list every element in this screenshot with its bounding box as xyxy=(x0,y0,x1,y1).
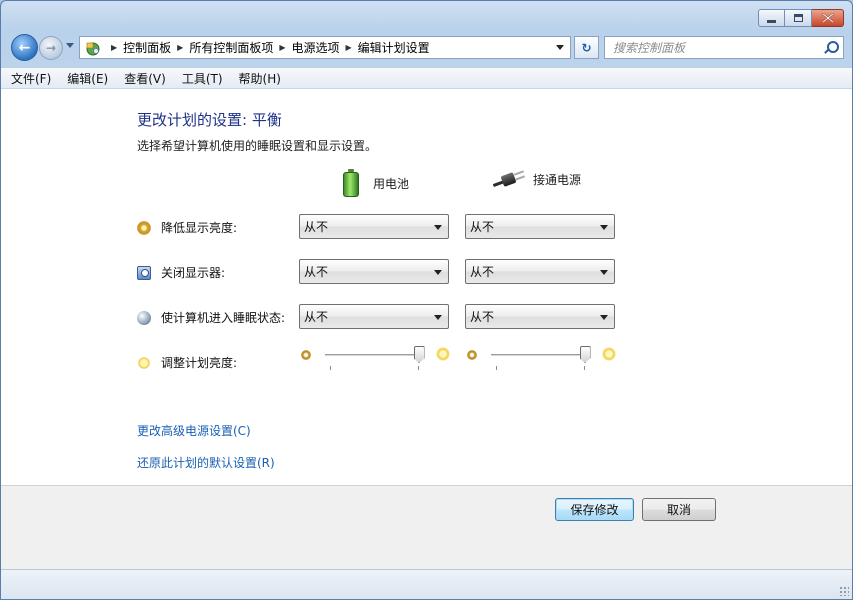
setting-row-sleep: 使计算机进入睡眠状态: xyxy=(137,309,285,326)
setting-row-turn-off-display: 关闭显示器: xyxy=(137,264,225,281)
page-title: 更改计划的设置: 平衡 xyxy=(137,111,282,129)
setting-label-sleep: 使计算机进入睡眠状态: xyxy=(161,311,286,325)
maximize-icon xyxy=(793,14,803,22)
column-header-battery: 用电池 xyxy=(343,169,409,197)
setting-row-brightness: 调整计划亮度: xyxy=(137,354,237,371)
address-bar[interactable]: ▶ 控制面板 ▶ 所有控制面板项 ▶ 电源选项 ▶ 编辑计划设置 xyxy=(79,36,571,59)
close-icon xyxy=(821,13,834,23)
setting-label-dim-display: 降低显示亮度: xyxy=(161,221,238,235)
menu-view[interactable]: 查看(V) xyxy=(124,70,166,87)
close-button[interactable] xyxy=(812,9,844,27)
refresh-button[interactable]: ↻ xyxy=(574,36,599,59)
chevron-down-icon xyxy=(600,270,608,275)
cancel-button[interactable]: 取消 xyxy=(642,498,716,521)
chevron-down-icon xyxy=(600,225,608,230)
forward-button[interactable]: → xyxy=(39,36,63,60)
brightness-plugged-slider[interactable] xyxy=(467,346,617,376)
bright-sun-icon xyxy=(435,346,451,362)
status-bar xyxy=(1,569,852,599)
dim-display-icon xyxy=(137,220,151,235)
back-button[interactable]: ← xyxy=(11,34,38,61)
breadcrumb-separator-icon[interactable]: ▶ xyxy=(279,43,285,52)
sleep-battery-select[interactable]: 从不 xyxy=(299,304,449,329)
menu-edit[interactable]: 编辑(E) xyxy=(67,70,108,87)
breadcrumb-all-items[interactable]: 所有控制面板项 xyxy=(189,39,273,56)
menu-bar: 文件(F) 编辑(E) 查看(V) 工具(T) 帮助(H) xyxy=(1,67,852,89)
select-value: 从不 xyxy=(304,310,329,324)
search-box[interactable] xyxy=(604,36,844,59)
slider-track[interactable] xyxy=(325,354,419,357)
turn-off-display-plugged-select[interactable]: 从不 xyxy=(465,259,615,284)
chevron-down-icon xyxy=(600,315,608,320)
breadcrumb-separator-icon[interactable]: ▶ xyxy=(111,43,117,52)
menu-file[interactable]: 文件(F) xyxy=(11,70,51,87)
dim-sun-icon xyxy=(467,350,477,360)
breadcrumb-separator-icon[interactable]: ▶ xyxy=(177,43,183,52)
select-value: 从不 xyxy=(470,265,495,279)
breadcrumb-control-panel[interactable]: 控制面板 xyxy=(123,39,171,56)
control-panel-window: ← → ▶ 控制面板 ▶ 所有控制面板项 ▶ 电源选项 ▶ 编辑计划设置 ↻ 搜… xyxy=(0,0,853,600)
caption-buttons xyxy=(758,9,844,27)
control-panel-icon xyxy=(84,40,102,56)
brightness-battery-slider[interactable] xyxy=(301,346,451,376)
maximize-button[interactable] xyxy=(785,9,812,27)
select-value: 从不 xyxy=(470,310,495,324)
slider-tick xyxy=(496,366,497,370)
dialog-footer: 保存修改 取消 xyxy=(1,485,852,571)
select-value: 从不 xyxy=(304,220,329,234)
page-subtitle: 选择希望计算机使用的睡眠设置和显示设置。 xyxy=(137,139,378,153)
turn-off-display-battery-select[interactable]: 从不 xyxy=(299,259,449,284)
chevron-down-icon xyxy=(434,315,442,320)
minimize-button[interactable] xyxy=(758,9,785,27)
brightness-icon xyxy=(137,355,151,370)
breadcrumb-power-options[interactable]: 电源选项 xyxy=(292,39,340,56)
dim-display-battery-select[interactable]: 从不 xyxy=(299,214,449,239)
recent-pages-dropdown[interactable] xyxy=(66,43,74,48)
refresh-icon: ↻ xyxy=(581,40,592,55)
dim-display-plugged-select[interactable]: 从不 xyxy=(465,214,615,239)
dim-sun-icon xyxy=(301,350,311,360)
setting-row-dim-display: 降低显示亮度: xyxy=(137,219,237,236)
chevron-down-icon xyxy=(434,270,442,275)
forward-arrow-icon: → xyxy=(45,41,57,55)
sleep-icon xyxy=(137,310,151,325)
breadcrumb-separator-icon[interactable]: ▶ xyxy=(346,43,352,52)
restore-defaults-link[interactable]: 还原此计划的默认设置(R) xyxy=(137,454,275,471)
save-button[interactable]: 保存修改 xyxy=(555,498,634,521)
column-label-battery: 用电池 xyxy=(373,176,410,191)
bright-sun-icon xyxy=(601,346,617,362)
column-label-plugged: 接通电源 xyxy=(533,172,582,187)
monitor-off-icon xyxy=(137,265,151,280)
chevron-down-icon xyxy=(434,225,442,230)
column-header-plugged: 接通电源 xyxy=(492,169,582,189)
slider-tick xyxy=(584,366,585,370)
menu-tools[interactable]: 工具(T) xyxy=(182,70,223,87)
menu-help[interactable]: 帮助(H) xyxy=(239,70,281,87)
navigation-bar: ← → ▶ 控制面板 ▶ 所有控制面板项 ▶ 电源选项 ▶ 编辑计划设置 ↻ 搜… xyxy=(9,33,844,61)
setting-label-turn-off-display: 关闭显示器: xyxy=(161,266,226,280)
back-arrow-icon: ← xyxy=(18,39,31,56)
search-input[interactable] xyxy=(605,37,822,58)
slider-thumb[interactable] xyxy=(579,346,591,363)
minimize-icon xyxy=(767,19,776,23)
setting-label-brightness: 调整计划亮度: xyxy=(161,356,238,370)
search-icon[interactable] xyxy=(822,40,839,56)
battery-icon xyxy=(343,169,359,197)
slider-tick xyxy=(418,366,419,370)
advanced-power-settings-link[interactable]: 更改高级电源设置(C) xyxy=(137,422,251,439)
main-content: 更改计划的设置: 平衡 选择希望计算机使用的睡眠设置和显示设置。 用电池 接通电… xyxy=(1,89,852,485)
slider-thumb[interactable] xyxy=(413,346,425,363)
breadcrumb-edit-plan[interactable]: 编辑计划设置 xyxy=(358,39,430,56)
select-value: 从不 xyxy=(470,220,495,234)
address-dropdown-icon[interactable] xyxy=(556,45,564,50)
slider-track[interactable] xyxy=(491,354,585,357)
select-value: 从不 xyxy=(304,265,329,279)
slider-tick xyxy=(330,366,331,370)
power-plug-icon xyxy=(492,169,527,189)
sleep-plugged-select[interactable]: 从不 xyxy=(465,304,615,329)
resize-grip-icon[interactable] xyxy=(839,586,849,596)
